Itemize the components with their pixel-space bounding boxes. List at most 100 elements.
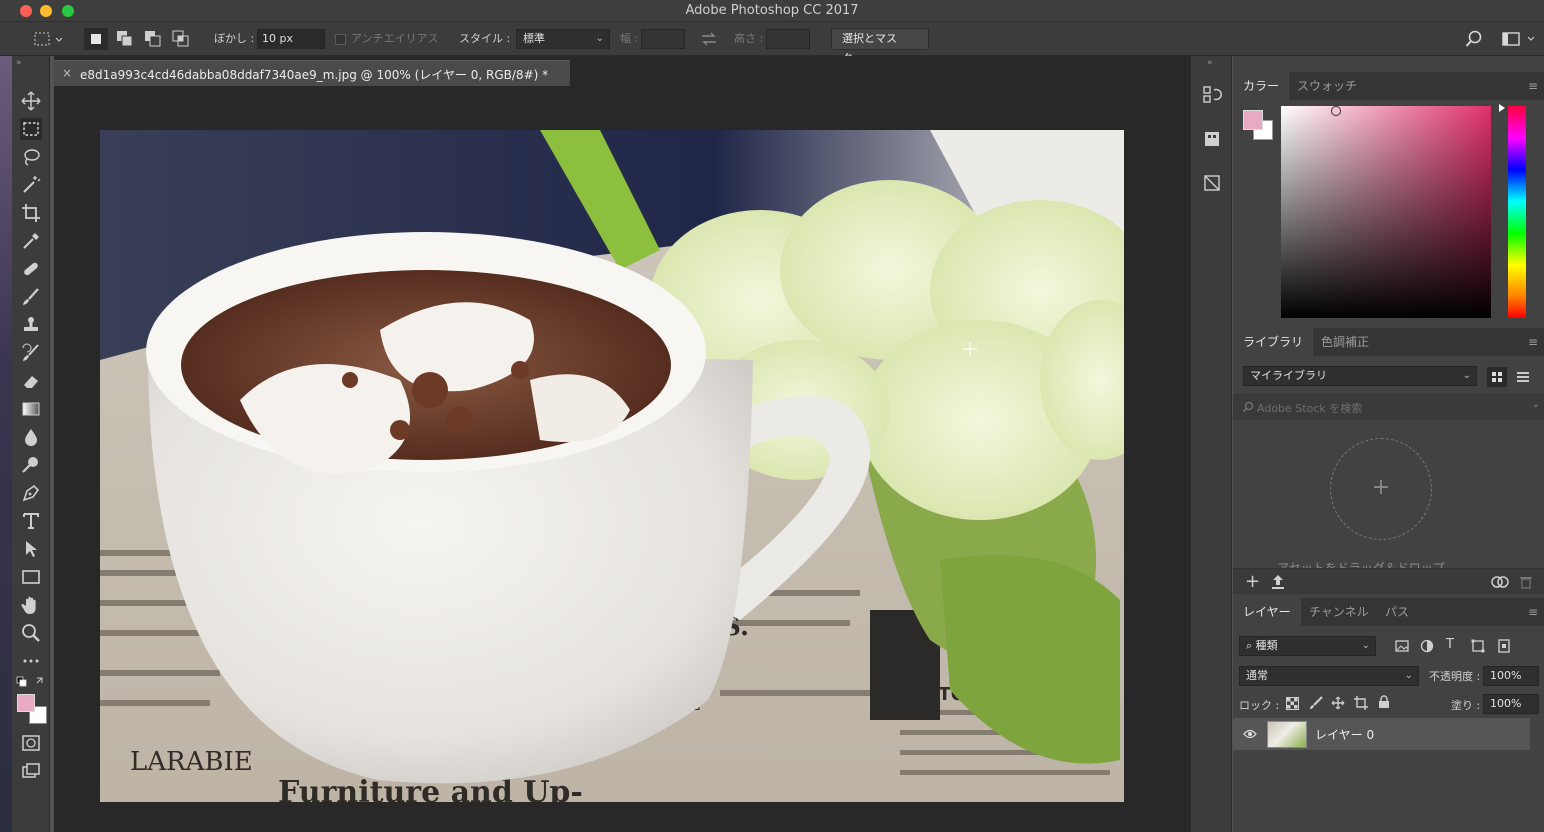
- new-selection-button[interactable]: [84, 28, 108, 50]
- panel-menu-icon[interactable]: ≡: [1528, 605, 1538, 619]
- tab-libraries[interactable]: ライブラリ: [1233, 328, 1314, 356]
- rectangle-icon[interactable]: [20, 566, 42, 588]
- chevron-down-icon: ⌄: [1462, 370, 1471, 381]
- stock-search-input[interactable]: Adobe Stock を検索 ⌄: [1233, 394, 1544, 420]
- tab-swatches[interactable]: スウォッチ: [1287, 72, 1367, 100]
- color-foreground-swatch[interactable]: [1243, 110, 1263, 130]
- subtract-from-selection-icon[interactable]: [144, 30, 162, 48]
- antialias-checkbox[interactable]: [335, 34, 346, 45]
- library-select[interactable]: マイライブラリ ⌄: [1243, 366, 1477, 386]
- history-brush-icon[interactable]: [20, 342, 42, 364]
- marquee-icon[interactable]: [20, 118, 42, 140]
- layer-filter-value: 種類: [1255, 639, 1278, 652]
- magic-wand-icon[interactable]: [20, 174, 42, 196]
- layer-row[interactable]: レイヤー 0: [1233, 718, 1530, 750]
- gradient-icon[interactable]: [20, 398, 42, 420]
- list-view-icon[interactable]: [1515, 369, 1531, 385]
- filter-smart-object-icon[interactable]: [1497, 639, 1511, 653]
- history-panel-icon[interactable]: [1201, 84, 1223, 106]
- hand-icon[interactable]: [20, 594, 42, 616]
- filter-type-layer-icon[interactable]: T: [1446, 637, 1454, 652]
- library-footer: +: [1233, 568, 1544, 594]
- tab-layers[interactable]: レイヤー: [1233, 598, 1301, 626]
- quick-mask-icon[interactable]: [20, 732, 42, 754]
- library-drop-zone[interactable]: +: [1330, 438, 1432, 540]
- workspace-switcher-icon[interactable]: [1502, 31, 1536, 47]
- document-canvas-image[interactable]: J. SINGER. Furniture and Up- LARABIE CER…: [100, 130, 1124, 802]
- eraser-icon[interactable]: [20, 370, 42, 392]
- color-field[interactable]: [1281, 106, 1491, 318]
- lock-artboard-icon[interactable]: [1354, 696, 1368, 710]
- document-tab[interactable]: × e8d1a993c4cd46dabba08ddaf7340ae9_m.jpg…: [54, 60, 570, 86]
- add-to-selection-icon[interactable]: [116, 30, 134, 48]
- photoshop-window: Adobe Photoshop CC 2017 ぼかし : 10 px アンチエ…: [0, 0, 1544, 832]
- filter-pixel-layer-icon[interactable]: [1395, 639, 1409, 653]
- height-label: 高さ :: [734, 32, 764, 45]
- lasso-icon[interactable]: [20, 146, 42, 168]
- expand-panels-icon[interactable]: «: [1207, 58, 1213, 68]
- desktop-edge: [0, 56, 12, 832]
- feather-input[interactable]: 10 px: [257, 29, 325, 49]
- hue-slider[interactable]: [1508, 106, 1526, 318]
- creative-cloud-icon[interactable]: [1491, 575, 1509, 589]
- svg-text:LARABIE: LARABIE: [130, 747, 253, 777]
- layer-name: レイヤー 0: [1315, 728, 1375, 742]
- close-document-icon[interactable]: ×: [62, 66, 72, 80]
- opacity-input[interactable]: 100%: [1483, 666, 1539, 686]
- width-input[interactable]: [641, 29, 685, 49]
- eye-icon[interactable]: [1243, 728, 1257, 740]
- lock-transparent-pixels-icon[interactable]: [1286, 697, 1299, 710]
- search-icon[interactable]: [1465, 30, 1483, 48]
- more-tools-icon[interactable]: [20, 650, 42, 672]
- crop-icon[interactable]: [20, 202, 42, 224]
- blur-icon[interactable]: [20, 426, 42, 448]
- dodge-icon[interactable]: [20, 454, 42, 476]
- style-select[interactable]: 標準 ⌄: [516, 29, 610, 49]
- type-icon[interactable]: [20, 510, 42, 532]
- blend-mode-select[interactable]: 通常 ⌄: [1239, 666, 1419, 686]
- layers-panel-tabs: レイヤー チャンネル パス ≡: [1233, 598, 1544, 626]
- move-icon[interactable]: [20, 90, 42, 112]
- panel-menu-icon[interactable]: ≡: [1528, 79, 1538, 93]
- fill-input[interactable]: 100%: [1483, 694, 1539, 714]
- collapse-icon[interactable]: »: [16, 58, 22, 68]
- collapsed-panels-dock: «: [1190, 56, 1232, 832]
- default-colors-icon[interactable]: [15, 674, 47, 690]
- properties-panel-icon[interactable]: [1201, 128, 1223, 150]
- pen-icon[interactable]: [20, 482, 42, 504]
- height-input[interactable]: [766, 29, 810, 49]
- coffee-photo: J. SINGER. Furniture and Up- LARABIE CER…: [100, 130, 1124, 802]
- color-picker-handle[interactable]: [1331, 106, 1341, 116]
- marquee-preset-icon[interactable]: [34, 32, 64, 48]
- tab-color[interactable]: カラー: [1233, 72, 1290, 100]
- tab-adjustments[interactable]: 色調補正: [1311, 328, 1379, 356]
- filter-adjustment-layer-icon[interactable]: [1420, 639, 1434, 653]
- lock-image-pixels-icon[interactable]: [1309, 696, 1323, 710]
- stamp-icon[interactable]: [20, 314, 42, 336]
- library-drop-hint: アセットをドラッグ＆ドロップ: [1277, 561, 1445, 568]
- grid-view-icon[interactable]: [1487, 367, 1507, 387]
- intersect-selection-icon[interactable]: [172, 30, 190, 48]
- panel-menu-icon[interactable]: ≡: [1528, 335, 1538, 349]
- zoom-icon[interactable]: [20, 622, 42, 644]
- antialias-label: アンチエイリアス: [351, 32, 439, 45]
- filter-shape-layer-icon[interactable]: [1471, 639, 1485, 653]
- brush-icon[interactable]: [20, 286, 42, 308]
- select-and-mask-button[interactable]: 選択とマスク...: [831, 28, 929, 65]
- trash-icon[interactable]: [1519, 575, 1533, 589]
- layer-filter-select[interactable]: ⌕ 種類 ⌄: [1239, 636, 1376, 656]
- tab-paths[interactable]: パス: [1375, 598, 1419, 626]
- lock-position-icon[interactable]: [1331, 696, 1345, 710]
- screen-mode-icon[interactable]: [20, 760, 42, 782]
- add-asset-icon[interactable]: +: [1245, 571, 1260, 592]
- hue-slider-handle[interactable]: [1499, 104, 1505, 112]
- path-selection-icon[interactable]: [20, 538, 42, 560]
- lock-all-icon[interactable]: [1378, 695, 1390, 709]
- foreground-color-swatch[interactable]: [17, 694, 35, 712]
- glyphs-panel-icon[interactable]: [1201, 172, 1223, 194]
- tab-channels[interactable]: チャンネル: [1299, 598, 1379, 626]
- eyedropper-icon[interactable]: [20, 230, 42, 252]
- upload-icon[interactable]: [1271, 574, 1285, 590]
- swap-dimensions-icon[interactable]: [700, 32, 718, 46]
- healing-brush-icon[interactable]: [20, 258, 42, 280]
